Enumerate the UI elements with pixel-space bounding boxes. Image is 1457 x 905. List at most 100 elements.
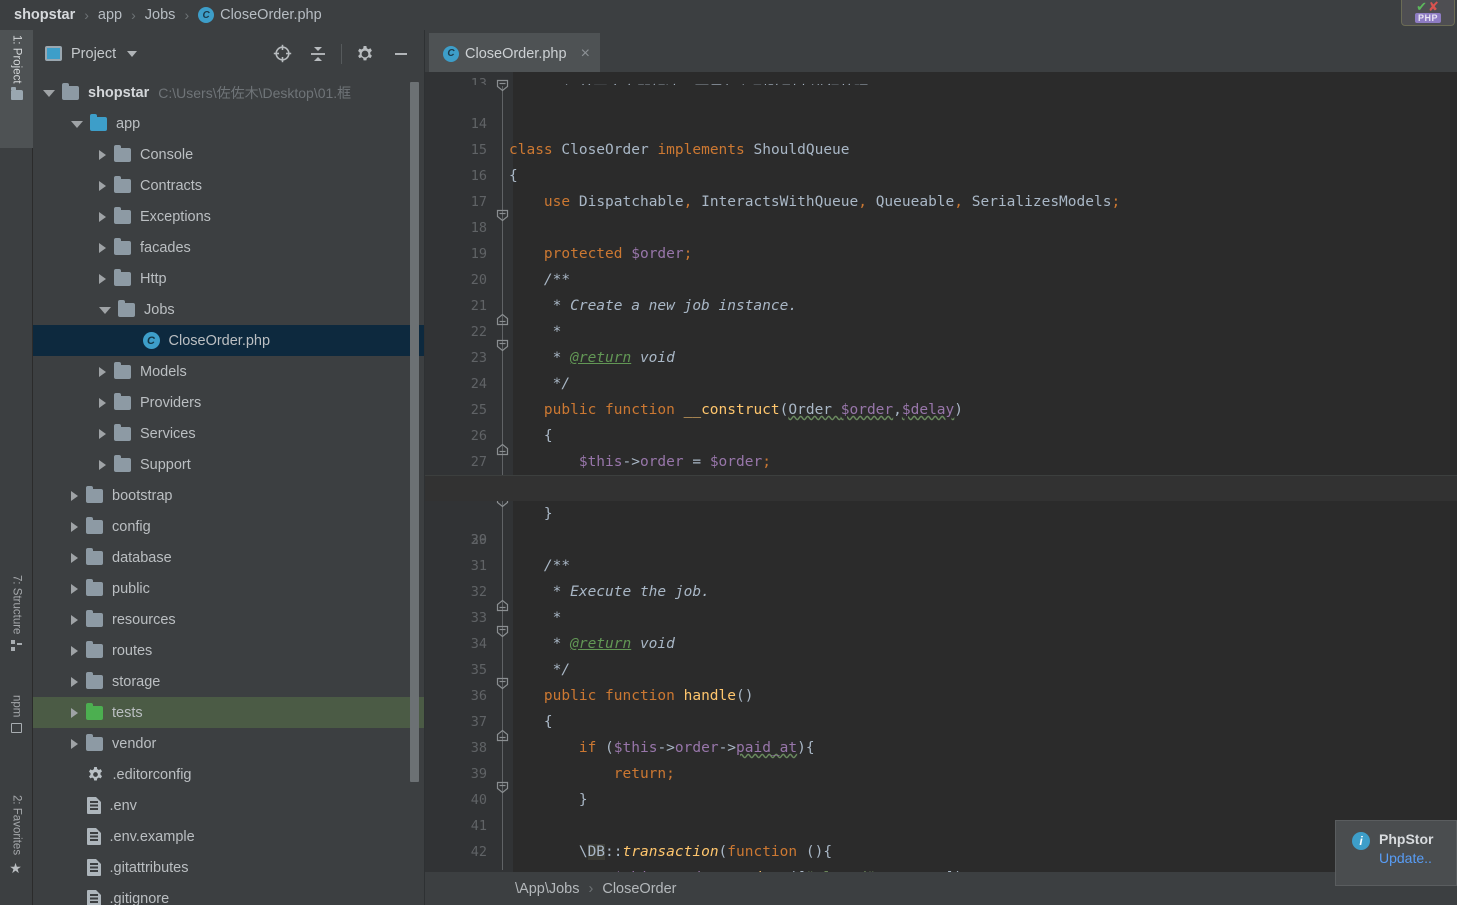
code-editor[interactable]: 13 //订单不会立即解决，而是加入到队列中进行处理 14 class Clos…: [425, 72, 1457, 892]
code-line[interactable]: 16 use Dispatchable, InteractsWithQueue,…: [425, 137, 1457, 210]
chevron-down-icon[interactable]: [99, 307, 111, 314]
code-line[interactable]: 34 */: [425, 605, 1457, 678]
code-line[interactable]: 42 $this->order->update(["closed" => tru…: [425, 813, 1457, 886]
notification-update-link[interactable]: Update..: [1379, 850, 1433, 866]
tree-row-support[interactable]: Support: [33, 449, 425, 480]
tree-row-app[interactable]: app: [33, 108, 425, 139]
tree-row-config[interactable]: config: [33, 511, 425, 542]
chevron-right-icon[interactable]: [71, 676, 78, 687]
collapse-all-icon[interactable]: [300, 36, 336, 72]
breadcrumb-symbol[interactable]: CloseOrder: [602, 881, 676, 897]
tree-row-env[interactable]: .env: [33, 790, 425, 821]
code-line[interactable]: 41 \DB::transaction(function (){: [425, 787, 1457, 860]
chevron-right-icon[interactable]: [99, 149, 106, 160]
code-line[interactable]: 14 class CloseOrder implements ShouldQue…: [425, 85, 1457, 158]
chevron-right-icon[interactable]: [71, 645, 78, 656]
tree-row-resources[interactable]: resources: [33, 604, 425, 635]
tree-row-bootstrap[interactable]: bootstrap: [33, 480, 425, 511]
code-line[interactable]: 32 *: [425, 553, 1457, 626]
tree-row-routes[interactable]: routes: [33, 635, 425, 666]
code-line[interactable]: 26 $this->order = $order;: [425, 397, 1457, 470]
tree-row-jobs[interactable]: Jobs: [33, 294, 425, 325]
code-line[interactable]: 21 *: [425, 267, 1457, 340]
code-line[interactable]: 30 /**: [425, 501, 1457, 574]
code-line[interactable]: 19 /**: [425, 215, 1457, 288]
minimize-icon[interactable]: [383, 36, 419, 72]
chevron-right-icon[interactable]: [99, 459, 106, 470]
project-panel-scrollbar[interactable]: [410, 82, 419, 782]
tree-row-env-example[interactable]: .env.example: [33, 821, 425, 852]
tree-row-gitattributes[interactable]: .gitattributes: [33, 852, 425, 883]
code-line-active[interactable]: 29: [425, 475, 1457, 548]
code-content[interactable]: 13 //订单不会立即解决，而是加入到队列中进行处理 14 class Clos…: [425, 72, 1457, 892]
chevron-down-icon[interactable]: [71, 121, 83, 128]
tree-row-services[interactable]: Services: [33, 418, 425, 449]
code-line[interactable]: 15 {: [425, 111, 1457, 184]
project-tree[interactable]: shopstar C:\Users\佐佐木\Desktop\01.框 app C…: [33, 77, 425, 905]
code-line[interactable]: 31 * Execute the job.: [425, 527, 1457, 600]
tree-row-shopstar[interactable]: shopstar C:\Users\佐佐木\Desktop\01.框: [33, 77, 425, 108]
notification-balloon[interactable]: i PhpStor Update..: [1335, 820, 1457, 886]
tree-row-exceptions[interactable]: Exceptions: [33, 201, 425, 232]
breadcrumb-project[interactable]: shopstar: [14, 7, 75, 23]
tree-row-public[interactable]: public: [33, 573, 425, 604]
tree-row-providers[interactable]: Providers: [33, 387, 425, 418]
tree-row-tests[interactable]: tests: [33, 697, 425, 728]
chevron-down-icon[interactable]: [43, 90, 55, 97]
sidebar-item-project[interactable]: 1: Project: [0, 30, 33, 148]
sidebar-item-favorites[interactable]: 2: Favorites ★: [0, 790, 33, 905]
chevron-right-icon[interactable]: [71, 583, 78, 594]
tree-row-gitignore[interactable]: .gitignore: [33, 883, 425, 905]
chevron-right-icon[interactable]: [99, 242, 106, 253]
breadcrumb-app[interactable]: app: [98, 7, 122, 23]
code-line[interactable]: 28 }: [425, 449, 1457, 522]
code-line[interactable]: 18 protected $order;: [425, 189, 1457, 262]
chevron-right-icon[interactable]: [99, 180, 106, 191]
breadcrumb-jobs[interactable]: Jobs: [145, 7, 176, 23]
tree-row-facades[interactable]: facades: [33, 232, 425, 263]
tree-row-models[interactable]: Models: [33, 356, 425, 387]
tree-row-http[interactable]: Http: [33, 263, 425, 294]
chevron-right-icon[interactable]: [99, 428, 106, 439]
chevron-right-icon[interactable]: [71, 552, 78, 563]
code-line[interactable]: 36 {: [425, 657, 1457, 730]
code-line[interactable]: 39 }: [425, 735, 1457, 808]
code-line[interactable]: 22 * @return void: [425, 293, 1457, 366]
chevron-right-icon[interactable]: [71, 521, 78, 532]
code-line[interactable]: 37 if ($this->order->paid_at){: [425, 683, 1457, 756]
code-line[interactable]: 24 public function __construct(Order $or…: [425, 345, 1457, 418]
tree-row-storage[interactable]: storage: [33, 666, 425, 697]
code-line[interactable]: 25 {: [425, 371, 1457, 444]
tree-row-console[interactable]: Console: [33, 139, 425, 170]
code-line[interactable]: 40: [425, 761, 1457, 808]
code-line[interactable]: 27 $this->delay($delay);//延迟时间设置: [425, 423, 1457, 496]
code-line[interactable]: 20 * Create a new job instance.: [425, 241, 1457, 314]
chevron-right-icon[interactable]: [99, 397, 106, 408]
breadcrumb-file[interactable]: C CloseOrder.php: [198, 7, 322, 23]
chevron-right-icon[interactable]: [99, 211, 106, 222]
chevron-right-icon[interactable]: [71, 707, 78, 718]
code-line[interactable]: 43: [425, 839, 1457, 886]
code-line[interactable]: 33 * @return void: [425, 579, 1457, 652]
chevron-right-icon[interactable]: [71, 614, 78, 625]
locate-target-icon[interactable]: [264, 36, 300, 72]
code-line[interactable]: 17: [425, 163, 1457, 210]
sidebar-item-npm[interactable]: npm: [0, 690, 33, 764]
code-line[interactable]: 13 //订单不会立即解决，而是加入到队列中进行处理: [425, 72, 1457, 85]
code-line[interactable]: 23 */: [425, 319, 1457, 392]
tree-row-database[interactable]: database: [33, 542, 425, 573]
code-line[interactable]: 35 public function handle(): [425, 631, 1457, 704]
sidebar-item-structure[interactable]: 7: Structure: [0, 570, 33, 680]
chevron-right-icon[interactable]: [99, 273, 106, 284]
chevron-right-icon[interactable]: [99, 366, 106, 377]
chevron-down-icon[interactable]: [127, 50, 138, 57]
chevron-right-icon[interactable]: [71, 738, 78, 749]
code-line[interactable]: 38 return;: [425, 709, 1457, 782]
tree-row-closeorder-php[interactable]: C CloseOrder.php: [33, 325, 425, 356]
tab-closeorder-php[interactable]: C CloseOrder.php ×: [429, 33, 600, 72]
tree-row-contracts[interactable]: Contracts: [33, 170, 425, 201]
tree-row-vendor[interactable]: vendor: [33, 728, 425, 759]
inspection-widget[interactable]: ✔✘ PHP: [1401, 0, 1455, 26]
gear-icon[interactable]: [347, 36, 383, 72]
breadcrumb-namespace[interactable]: \App\Jobs: [515, 881, 580, 897]
